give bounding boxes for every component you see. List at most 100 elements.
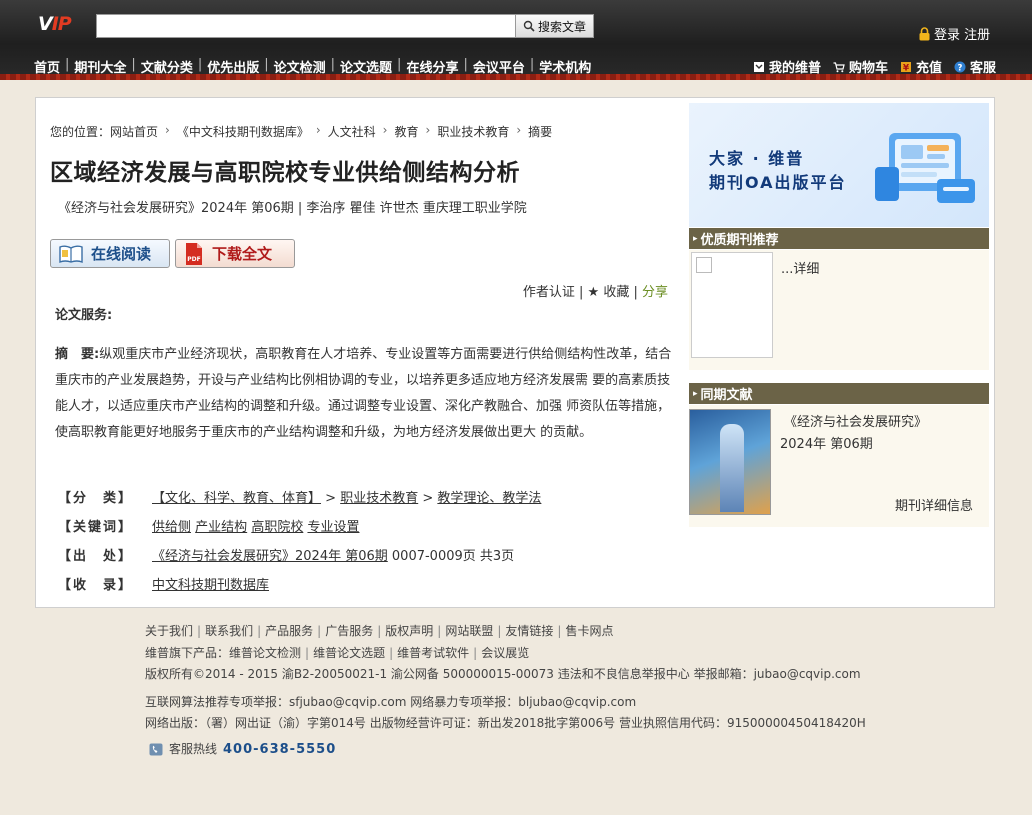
class-link-2[interactable]: 职业技术教育 [340,491,418,506]
article-panel: 您的位置：网站首页 › 《中文科技期刊数据库》 › 人文社科 › 教育 › 职业技术教育… [35,97,995,608]
journal-issue: 2024年 第06期 [780,437,873,452]
keyword-link[interactable]: 供给侧 [152,520,191,535]
search-icon [523,20,535,32]
journal-name[interactable]: 《经济与社会发展研究》 [784,411,927,430]
logo-text: V [38,13,53,35]
journal-detail-link[interactable]: 期刊详细信息 [895,495,973,514]
footer-sep: | [257,624,262,638]
product-link[interactable]: 维普论文选题 [313,646,385,660]
page-title: 区域经济发展与高职院校专业供给侧结构分析 [50,160,520,186]
footer-link[interactable]: 关于我们 [145,624,193,638]
source-link[interactable]: 《经济与社会发展研究》2024年 第06期 [152,549,388,564]
class-link-3[interactable]: 教学理论、教学法 [437,491,541,506]
info-val-keywords: 供给侧 产业结构 高职院校 专业设置 [152,516,359,535]
breadcrumb: 您的位置：网站首页 › 《中文科技期刊数据库》 › 人文社科 › 教育 › 职业技术教育… [50,123,552,140]
footer-link[interactable]: 网站联盟 [445,624,493,638]
info-key-keywords: 【关键词】 [58,520,134,535]
footer-sep: | [305,645,310,660]
read-online-label: 在线阅读 [91,245,152,263]
breadcrumb-sep: › [382,123,388,137]
breadcrumb-abstract: 摘要 [528,125,553,139]
quality-journals-header: ▸ 优质期刊推荐 [689,228,989,249]
footer-links: 关于我们 | 联系我们 | 产品服务 | 广告服务 | 版权声明 | 网站联盟 | 友情链接 | 售卡网点 [145,621,866,643]
footer-sep: | [197,624,202,638]
info-key-source: 【出 处】 [58,549,134,564]
breadcrumb-database[interactable]: 《中文科技期刊数据库》 [177,123,309,140]
top-bar: VIP 搜索文章 登录 注册 首页 | 期刊大全 | 文献分类 | 优先出版 | 论文检… [0,0,1032,80]
site-logo[interactable]: VIP [38,13,84,37]
footer-products: 维普旗下产品：维普论文检测 | 维普论文选题 | 维普考试软件 | 会议展览 [145,643,866,665]
breadcrumb-sep: › [516,123,522,137]
journal-image-placeholder[interactable] [691,252,773,358]
breadcrumb-humanities[interactable]: 人文社科 [328,123,376,140]
info-val-class: 【文化、科学、教育、体育】 > 职业技术教育 > 教学理论、教学法 [152,487,541,506]
search-button[interactable]: 搜索文章 [515,14,594,38]
keyword-link[interactable]: 高职院校 [251,520,303,535]
footer-link[interactable]: 友情链接 [505,624,553,638]
same-issue-title: 同期文献 [700,388,753,403]
info-key-collect: 【收 录】 [58,578,134,593]
keyword-link[interactable]: 专业设置 [307,520,359,535]
hotline: 客服热线 400-638-5550 [149,739,866,761]
info-row-keywords: 【关键词】 供给侧 产业结构 高职院校 专业设置 [58,511,541,540]
info-key-class: 【分 类】 [58,491,134,506]
same-issue-header: ▸ 同期文献 [689,383,989,404]
breadcrumb-sep: › [315,123,321,137]
collect-link[interactable]: 中文科技期刊数据库 [152,578,269,593]
quality-journals-title: 优质期刊推荐 [700,233,779,248]
footer-sep: | [389,645,394,660]
login-register[interactable]: 登录 注册 [918,24,990,43]
class-link-1[interactable]: 【文化、科学、教育、体育】 [152,491,321,506]
share-link[interactable]: 分享 [642,285,668,300]
footer: 关于我们 | 联系我们 | 产品服务 | 广告服务 | 版权声明 | 网站联盟 | 友情链接 | 售卡网点 … [145,621,866,760]
footer-link[interactable]: 售卡网点 [565,624,613,638]
journal-cover-image[interactable] [689,409,771,515]
breadcrumb-sep: › [425,123,431,137]
breadcrumb-sep: › [165,123,170,137]
footer-link[interactable]: 联系我们 [205,624,253,638]
info-val-collect: 中文科技期刊数据库 [152,574,269,593]
footer-sep: | [317,624,322,638]
footer-link[interactable]: 广告服务 [325,624,373,638]
info-table: 【分 类】 【文化、科学、教育、体育】 > 职业技术教育 > 教学理论、教学法 … [58,482,541,598]
help-icon: ? [954,61,966,73]
breadcrumb-vocational[interactable]: 职业技术教育 [437,123,509,140]
article-meta: 《经济与社会发展研究》2024年 第06期 | 李治序 瞿佳 许世杰 重庆理工职… [58,201,527,216]
hotline-number[interactable]: 400-638-5550 [223,739,336,761]
author-auth-link[interactable]: 作者认证 [523,285,575,300]
product-link[interactable]: 维普考试软件 [397,646,469,660]
info-val-source: 《经济与社会发展研究》2024年 第06期 0007-0009页 共3页 [152,545,514,564]
header-stripe [0,74,1032,80]
read-online-button[interactable]: 在线阅读 [50,239,170,268]
banner-line-2: 期刊OA出版平台 [709,173,847,192]
oa-platform-banner[interactable]: 大家 · 维普 期刊OA出版平台 [689,103,989,227]
logo-accent: IP [51,13,72,35]
banner-line-1: 大家 · 维普 [709,149,805,168]
source-pages: 0007-0009页 共3页 [387,549,515,564]
svg-text:?: ? [958,63,963,73]
footer-link[interactable]: 产品服务 [265,624,313,638]
download-button[interactable]: PDF 下载全文 [175,239,295,268]
triangle-right-icon: ▸ [693,388,698,399]
phone-icon [149,743,163,756]
abstract: 摘 要:纵观重庆市产业经济现状，高职教育在人才培养、专业设置等方面需要进行供给侧… [55,342,677,446]
quality-detail-link[interactable]: ...详细 [781,258,819,277]
class-sep: > [321,491,341,506]
actions-sep: | [633,285,642,300]
footer-sep: | [497,624,502,638]
breadcrumb-education[interactable]: 教育 [394,123,418,140]
footer-link[interactable]: 版权声明 [385,624,433,638]
info-row-collect: 【收 录】 中文科技期刊数据库 [58,569,541,598]
keyword-link[interactable]: 产业结构 [195,520,247,535]
actions-sep: | [579,285,588,300]
search-input[interactable] [96,14,516,38]
login-label: 登录 注册 [934,28,991,43]
products-label: 维普旗下产品： [145,645,230,660]
footer-report: 互联网算法推荐专项举报：sfjubao@cqvip.com 网络暴力专项举报：b… [145,694,637,709]
account-icon [753,61,764,72]
product-link[interactable]: 会议展览 [481,646,529,660]
breadcrumb-home[interactable]: 您的位置：网站首页 [50,123,158,140]
footer-license: 网络出版：（署）网出证（渝）字第014号 出版物经营许可证：新出发2018批字第… [145,716,866,730]
product-link[interactable]: 维普论文检测 [229,646,301,660]
favorite-link[interactable]: ★ 收藏 [588,285,630,300]
